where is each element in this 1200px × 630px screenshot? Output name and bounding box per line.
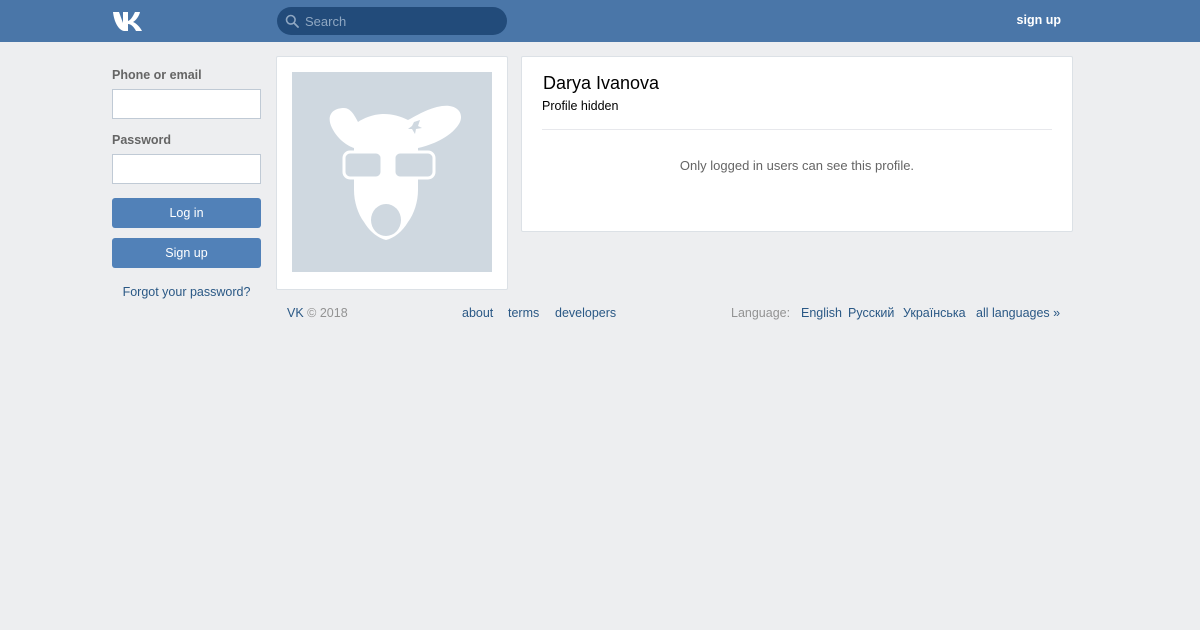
footer-vk-link[interactable]: VK: [287, 306, 304, 320]
language-russian[interactable]: Русский: [848, 306, 894, 320]
password-field[interactable]: [112, 154, 261, 184]
copyright-year: © 2018: [307, 306, 348, 320]
footer-link-about[interactable]: about: [462, 306, 493, 320]
language-english[interactable]: English: [801, 306, 842, 320]
login-form: Phone or email Password Log in Sign up F…: [112, 66, 261, 299]
footer-link-terms[interactable]: terms: [508, 306, 539, 320]
footer-link-developers[interactable]: developers: [555, 306, 616, 320]
sign-up-button[interactable]: Sign up: [112, 238, 261, 268]
password-label: Password: [112, 133, 172, 147]
sign-up-link[interactable]: sign up: [1017, 13, 1061, 27]
phone-email-label: Phone or email: [112, 68, 202, 82]
language-label: Language:: [731, 306, 791, 320]
profile-photo: [292, 72, 492, 272]
phone-email-field[interactable]: [112, 89, 261, 119]
search-icon: [285, 14, 299, 28]
divider: [542, 129, 1052, 130]
search-box[interactable]: [277, 7, 507, 35]
profile-info-card: Darya Ivanova Profile hidden Only logged…: [521, 56, 1073, 232]
top-bar: sign up: [0, 0, 1200, 42]
deactivated-avatar-icon: [329, 105, 462, 241]
profile-photo-card: [276, 56, 508, 290]
profile-name: Darya Ivanova: [543, 73, 660, 93]
log-in-button[interactable]: Log in: [112, 198, 261, 228]
profile-status: Profile hidden: [542, 99, 619, 113]
footer-copyright: VK © 2018: [287, 306, 348, 320]
footer: VK © 2018 about terms developers Languag…: [0, 306, 1200, 326]
all-languages-link[interactable]: all languages »: [976, 306, 1060, 320]
forgot-password-link[interactable]: Forgot your password?: [112, 285, 261, 299]
private-profile-notice: Only logged in users can see this profil…: [679, 158, 915, 173]
language-ukrainian[interactable]: Українська: [903, 306, 966, 320]
vk-logo-icon[interactable]: [112, 10, 146, 32]
search-input[interactable]: [305, 7, 495, 35]
